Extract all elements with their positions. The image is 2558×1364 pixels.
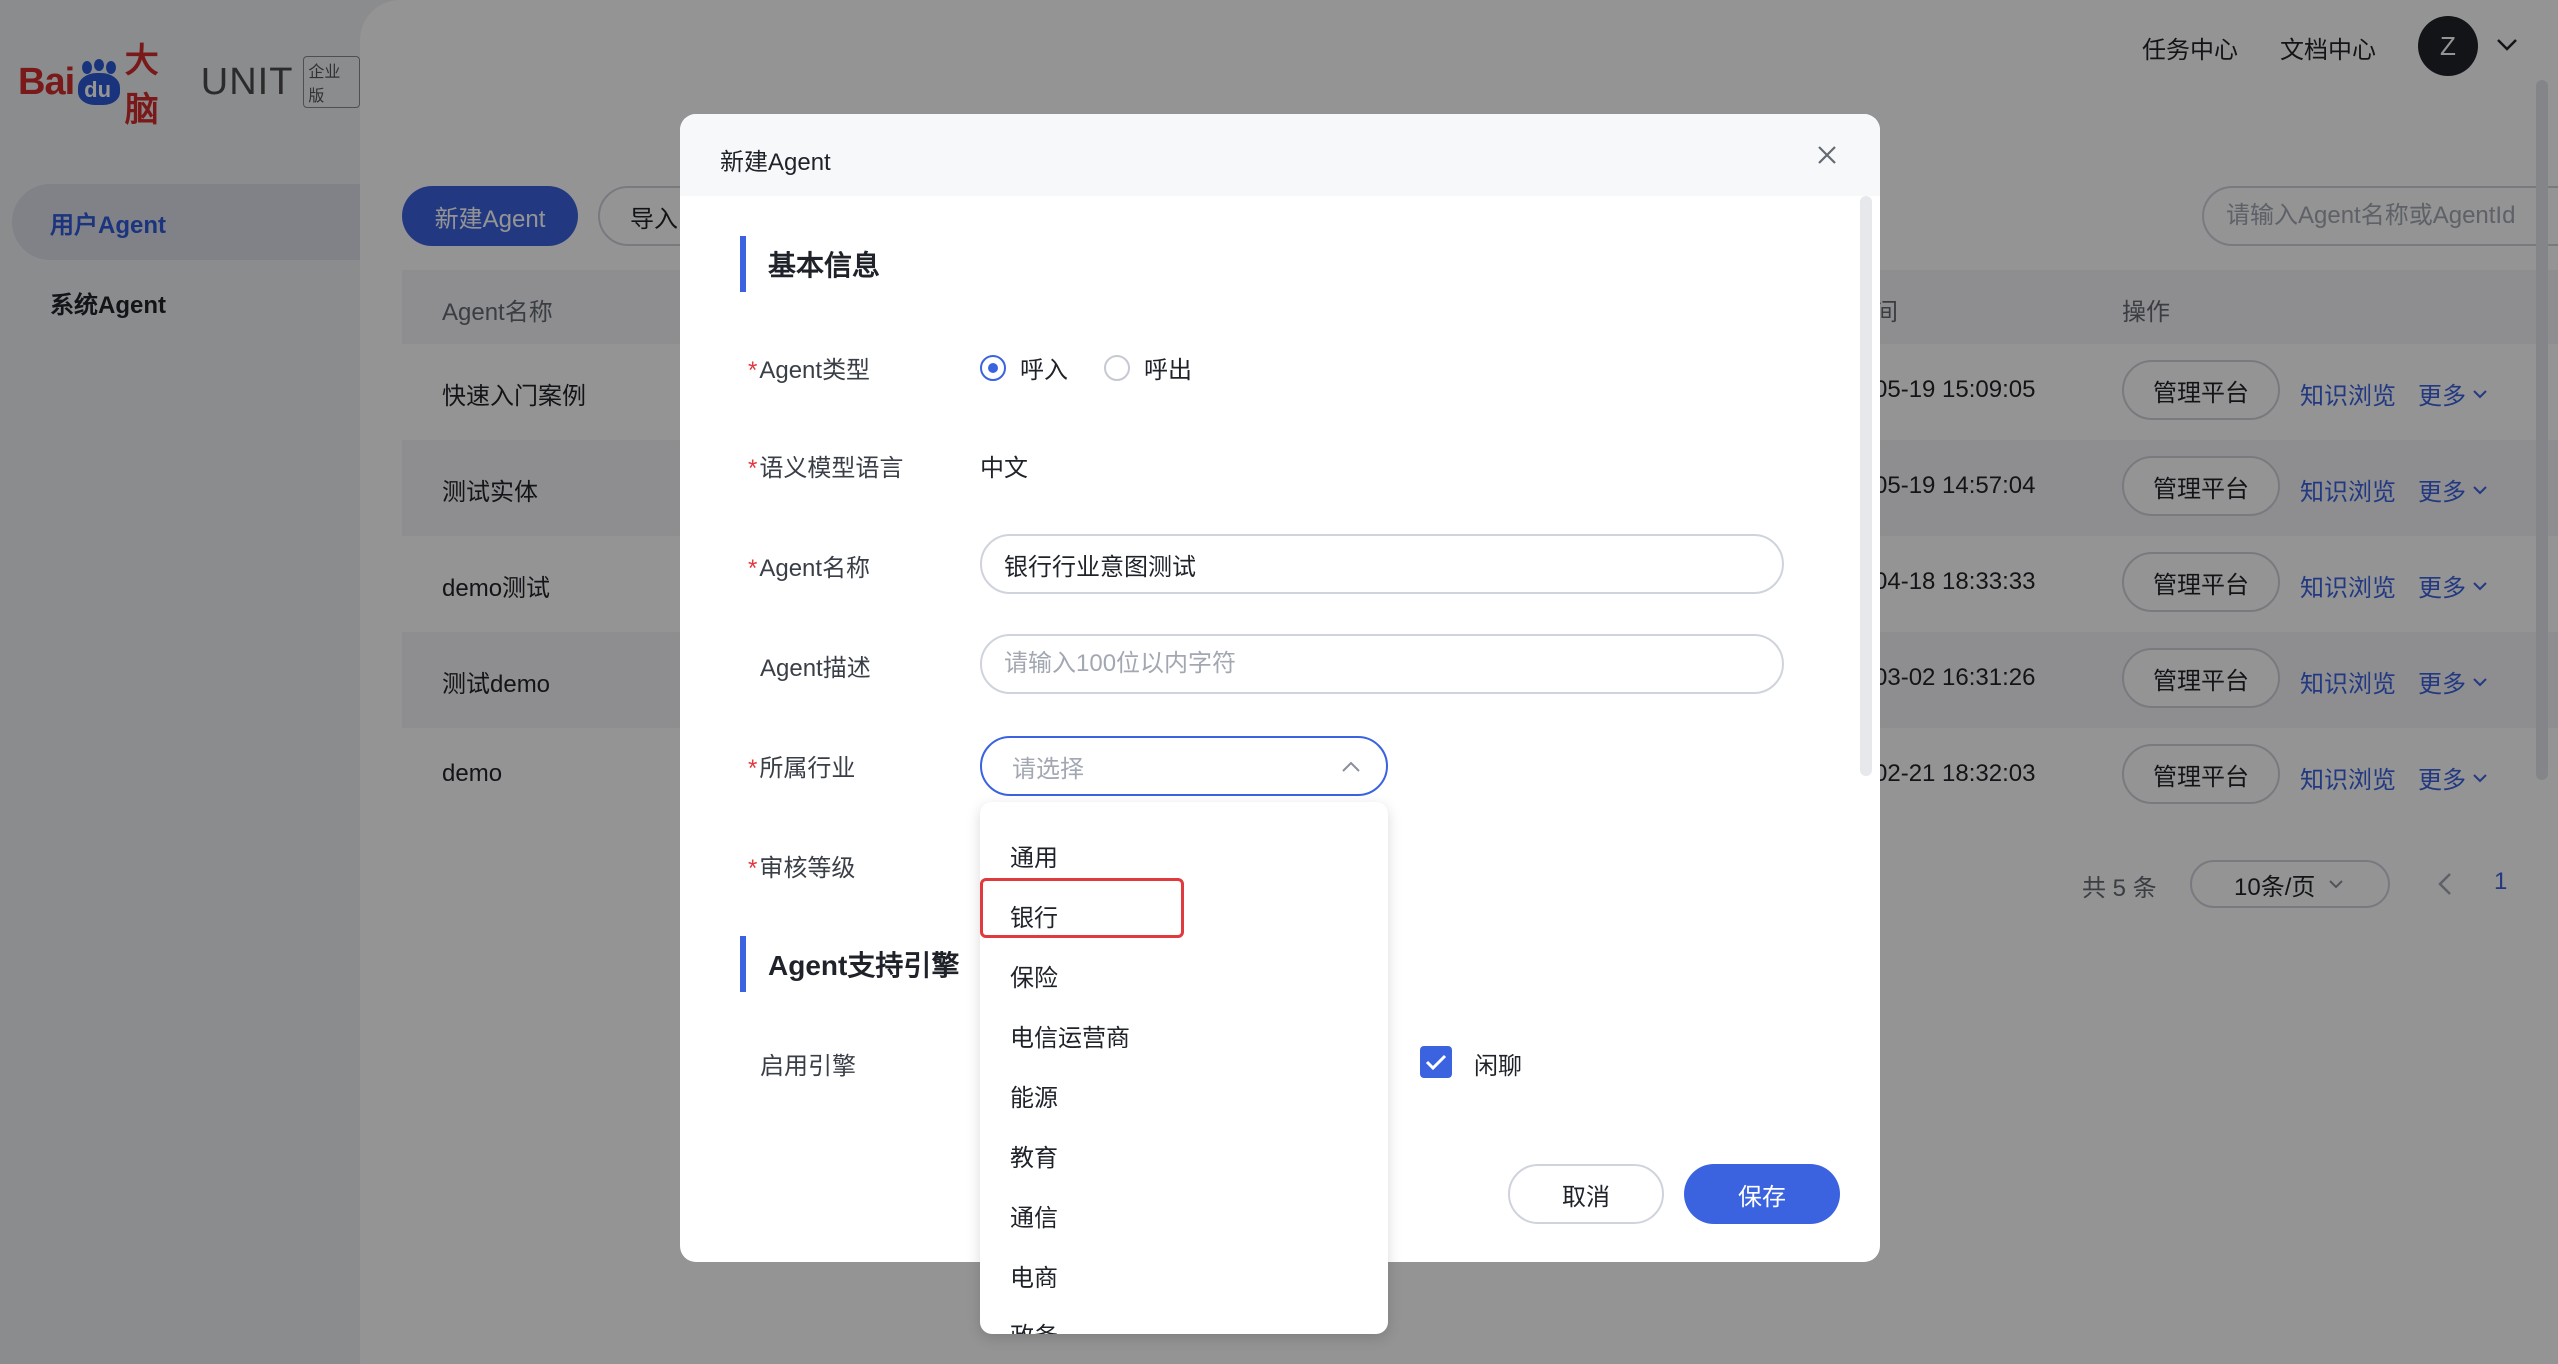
radio-inbound-label: 呼入 xyxy=(1020,357,1068,384)
radio-outbound[interactable]: 呼出 xyxy=(1104,350,1192,385)
dropdown-option[interactable]: 通用 xyxy=(1010,838,1058,873)
close-icon[interactable] xyxy=(1814,142,1840,168)
radio-outbound-label: 呼出 xyxy=(1144,357,1192,384)
dropdown-option[interactable]: 保险 xyxy=(1010,958,1058,993)
industry-dropdown: 通用 银行 保险 电信运营商 能源 教育 通信 电商 政务 xyxy=(980,802,1388,1334)
cancel-button[interactable]: 取消 xyxy=(1508,1164,1664,1224)
section-basic-info: 基本信息 xyxy=(740,236,880,292)
industry-placeholder: 请选择 xyxy=(1012,755,1084,783)
check-icon xyxy=(1425,1054,1447,1071)
agent-desc-input[interactable] xyxy=(980,634,1784,694)
radio-off-icon xyxy=(1104,354,1130,381)
label-language: *语义模型语言 xyxy=(748,455,904,482)
section-engine: Agent支持引擎 xyxy=(740,936,959,992)
label-industry: *所属行业 xyxy=(748,755,856,782)
label-enable-engine: 启用引擎 xyxy=(760,1053,856,1080)
label-agent-desc: Agent描述 xyxy=(760,655,871,682)
chitchat-checkbox[interactable] xyxy=(1420,1046,1452,1078)
dropdown-option[interactable]: 电信运营商 xyxy=(1010,1018,1130,1053)
label-agent-name: *Agent名称 xyxy=(748,555,871,582)
dropdown-option[interactable]: 政务 xyxy=(1010,1316,1058,1334)
highlight-box xyxy=(980,878,1184,938)
modal-header: 新建Agent xyxy=(680,114,1880,196)
dropdown-option[interactable]: 通信 xyxy=(1010,1198,1058,1233)
radio-inbound[interactable]: 呼入 xyxy=(980,350,1068,385)
label-review-level: *审核等级 xyxy=(748,855,856,882)
chitchat-label: 闲聊 xyxy=(1474,1053,1522,1080)
dropdown-option[interactable]: 电商 xyxy=(1010,1258,1058,1293)
modal-title: 新建Agent xyxy=(720,149,831,176)
modal-scrollbar[interactable] xyxy=(1860,196,1872,776)
dropdown-option[interactable]: 教育 xyxy=(1010,1138,1058,1173)
agent-name-input[interactable] xyxy=(980,534,1784,594)
dropdown-option[interactable]: 能源 xyxy=(1010,1078,1058,1113)
radio-on-icon xyxy=(980,354,1006,381)
save-button[interactable]: 保存 xyxy=(1684,1164,1840,1224)
chevron-up-icon xyxy=(1342,761,1360,772)
label-agent-type: *Agent类型 xyxy=(748,357,871,384)
industry-select[interactable]: 请选择 xyxy=(980,736,1388,796)
language-value: 中文 xyxy=(980,455,1028,482)
